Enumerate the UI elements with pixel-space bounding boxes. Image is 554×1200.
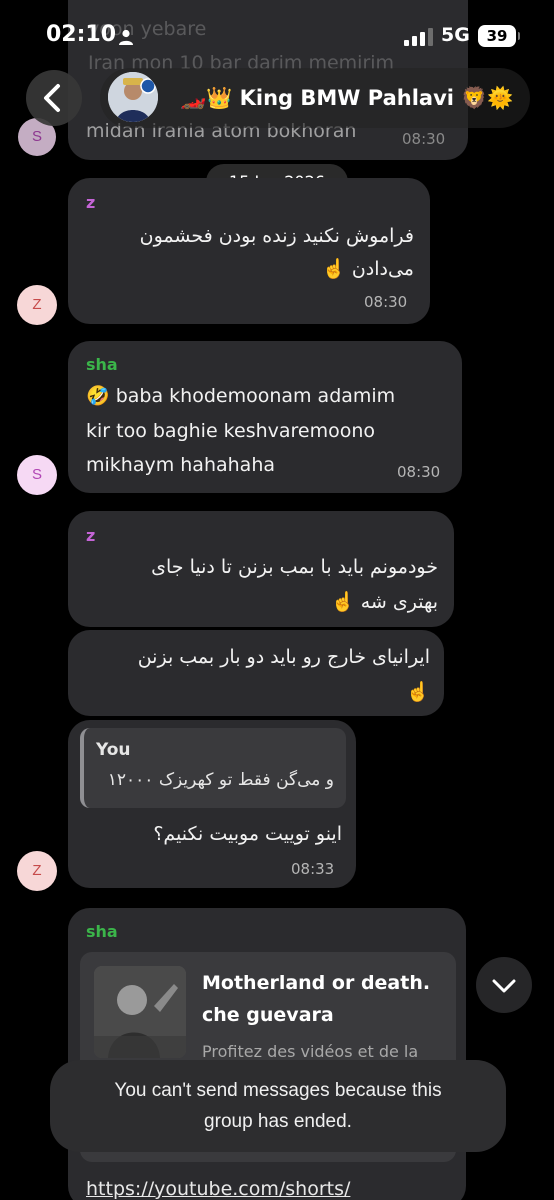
message-text: فراموش نکنید زنده بودن فحشمون	[139, 225, 414, 247]
group-photo-icon	[108, 72, 158, 122]
person-icon	[119, 29, 133, 45]
sender-name: sha	[86, 922, 118, 941]
chat-title[interactable]: 🏎️👑 King BMW Pahlavi 🦁🌞	[180, 86, 514, 111]
message-link[interactable]: https://youtube.com/shorts/	[86, 1178, 350, 1200]
battery-icon: 39	[478, 25, 520, 47]
message-text: ☝️	[406, 681, 430, 703]
message-text: بهتری شه ☝️	[331, 591, 438, 613]
link-thumbnail[interactable]	[94, 966, 186, 1058]
link-title: che guevara	[202, 1004, 334, 1026]
scroll-down-button[interactable]	[476, 957, 532, 1013]
signal-icon	[404, 28, 433, 46]
sender-name: z	[86, 193, 96, 212]
notice-line: group has ended.	[204, 1111, 352, 1132]
video-thumbnail-icon	[94, 966, 186, 1058]
link-description: Profitez des vidéos et de la	[202, 1042, 419, 1061]
message-text: kir too baghie keshvaremoono	[86, 420, 376, 442]
message-time: 08:30	[364, 293, 408, 311]
link-title: Motherland or death.	[202, 972, 431, 994]
reply-text: و می‌گن فقط تو کهریزک ۱۲۰۰۰	[107, 770, 334, 790]
message-time: 08:33	[291, 860, 335, 878]
message-time: 08:30	[402, 130, 446, 148]
sender-avatar[interactable]: S	[17, 455, 57, 495]
message-text: mikhaym hahahaha	[86, 454, 276, 476]
chevron-down-icon	[492, 979, 516, 993]
chevron-left-icon	[44, 84, 60, 112]
sender-avatar[interactable]: Z	[17, 851, 57, 891]
message-text: خودمونم باید با بمب بزنن تا دنیا جای	[151, 556, 438, 578]
message-text: 🤣 baba khodemoonam adamim	[86, 385, 396, 407]
group-ended-notice: You can't send messages because this gro…	[50, 1060, 506, 1152]
status-time: 02:10	[46, 22, 117, 47]
sender-avatar[interactable]: Z	[17, 285, 57, 325]
chat-avatar[interactable]	[108, 72, 158, 122]
notice-line: You can't send messages because this	[114, 1080, 442, 1101]
network-label: 5G	[441, 24, 470, 46]
message-text: ایرانیای خارج رو باید دو بار بمب بزنن	[137, 646, 430, 668]
back-button[interactable]	[26, 70, 82, 126]
message-text: اینو توییت موبیت نکنیم؟	[153, 823, 342, 845]
message-text: می‌دادن ☝️	[322, 258, 414, 280]
sender-name: sha	[86, 355, 118, 374]
message-time: 08:30	[397, 463, 441, 481]
sender-name: z	[86, 526, 96, 545]
reply-author: You	[96, 740, 131, 760]
